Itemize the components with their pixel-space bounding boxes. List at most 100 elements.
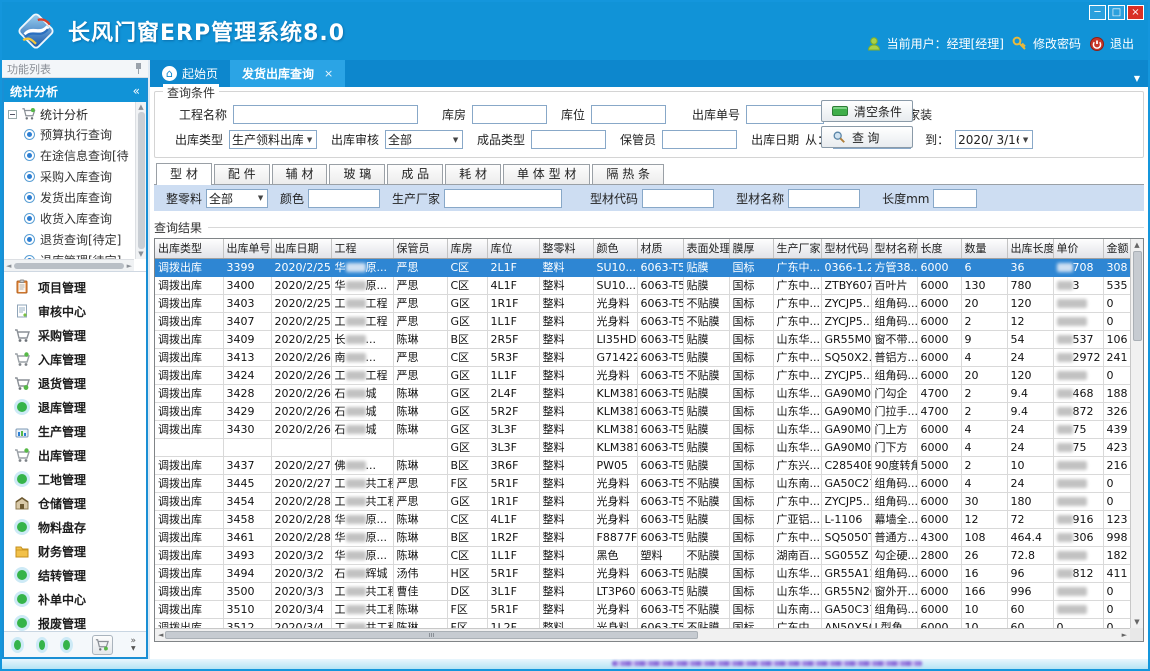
column-header-18[interactable]: 单价 [1053, 239, 1103, 258]
order-no-input[interactable] [746, 105, 824, 124]
whole-part-select[interactable]: 全部 ▼ [206, 189, 268, 208]
tree-item-4[interactable]: 收货入库查询 [8, 208, 134, 229]
material-tab-0[interactable]: 型 材 [156, 163, 212, 185]
out-type-select[interactable]: 生产领料出库 ▼ [229, 130, 317, 149]
material-tab-4[interactable]: 成 品 [387, 164, 443, 184]
sidebar-item-9[interactable]: 仓储管理 [4, 491, 146, 515]
tab-shipping-outbound-query[interactable]: 发货出库查询 × [230, 60, 345, 87]
table-row[interactable]: 调拨出库34302020/2/26石城陈琳G区3L3F整料KLM38176063… [155, 420, 1131, 438]
table-row[interactable]: G区3L3F整料KLM38176063-T5贴膜国标山东华...GA90M09.… [155, 438, 1131, 456]
audit-select[interactable]: 全部 ▼ [385, 130, 463, 149]
sidebar-item-5[interactable]: 退库管理 [4, 395, 146, 419]
date-to-select[interactable]: 2020/ 3/16 ▼ [955, 130, 1033, 149]
table-row[interactable]: 调拨出库34452020/2/27工共工程严思F区5R1F整料光身料6063-T… [155, 474, 1131, 492]
sidebar-item-1[interactable]: 审核中心 [4, 299, 146, 323]
column-header-5[interactable]: 库房 [447, 239, 487, 258]
table-row[interactable]: 调拨出库34072020/2/25工工程严思G区1L1F整料光身料6063-T5… [155, 312, 1131, 330]
table-row[interactable]: 调拨出库34542020/2/28工共工程严思G区1R1F整料光身料6063-T… [155, 492, 1131, 510]
scroll-left-icon[interactable]: ◄ [6, 262, 11, 270]
tree-item-1[interactable]: 在途信息查询[待 [8, 145, 134, 166]
sidebar-more-button[interactable]: » ▼ [131, 637, 137, 653]
material-tab-6[interactable]: 单 体 型 材 [503, 164, 590, 184]
table-horizontal-scrollbar[interactable]: ◄ ► [155, 628, 1130, 641]
sidebar-item-11[interactable]: 财务管理 [4, 539, 146, 563]
tree-item-0[interactable]: 预算执行查询 [8, 124, 134, 145]
table-hscroll-thumb[interactable] [165, 631, 698, 639]
sidebar-item-4[interactable]: 退货管理 [4, 371, 146, 395]
table-row[interactable]: 调拨出库34092020/2/25长...陈琳B区2R5F整料LI35HD606… [155, 330, 1131, 348]
column-header-6[interactable]: 库位 [487, 239, 539, 258]
table-row[interactable]: 调拨出库34032020/2/25工工程严思G区1R1F整料光身料6063-T5… [155, 294, 1131, 312]
table-row[interactable]: 调拨出库35002020/3/3工共工程曹佳D区3L1F整料LT3P606063… [155, 582, 1131, 600]
sidebar-item-7[interactable]: 出库管理 [4, 443, 146, 467]
material-tab-7[interactable]: 隔 热 条 [592, 164, 664, 184]
pin-icon[interactable] [134, 63, 143, 74]
location-input[interactable] [591, 105, 666, 124]
sidebar-item-13[interactable]: 补单中心 [4, 587, 146, 611]
logout[interactable]: 退出 [1089, 35, 1134, 52]
tabstrip-caret-icon[interactable]: ▼ [1134, 74, 1140, 83]
minimize-button[interactable]: ─ [1089, 5, 1106, 20]
table-row[interactable]: 调拨出库34932020/3/2华原...陈琳C区1L1F整料黑色塑料不贴膜国标… [155, 546, 1131, 564]
table-scroll-right-icon[interactable]: ► [1122, 631, 1127, 639]
table-row[interactable]: 调拨出库33992020/2/25华原...严思C区2L1F整料SU10...6… [155, 258, 1131, 276]
group-bar-statistics[interactable]: 统计分析 « [4, 80, 146, 102]
column-header-10[interactable]: 表面处理 [683, 239, 729, 258]
table-scroll-up-icon[interactable]: ▲ [1134, 241, 1139, 249]
expander-icon[interactable] [8, 110, 17, 119]
change-password[interactable]: 修改密码 [1012, 35, 1081, 52]
column-header-12[interactable]: 生产厂家 [773, 239, 821, 258]
table-row[interactable]: 调拨出库34242020/2/26工工程严思G区1L1F整料光身料6063-T5… [155, 366, 1131, 384]
material-tab-2[interactable]: 辅 材 [272, 164, 328, 184]
table-scroll-down-icon[interactable]: ▼ [1134, 618, 1139, 626]
color-input[interactable] [308, 189, 380, 208]
column-header-1[interactable]: 出库单号 [223, 239, 271, 258]
column-header-0[interactable]: 出库类型 [155, 239, 223, 258]
tree-vertical-scrollbar[interactable]: ▲ ▼ [135, 102, 146, 259]
scroll-up-icon[interactable]: ▲ [138, 103, 143, 111]
tree-item-3[interactable]: 发货出库查询 [8, 187, 134, 208]
material-tab-5[interactable]: 耗 材 [445, 164, 501, 184]
column-header-11[interactable]: 膜厚 [729, 239, 773, 258]
tree-root-statistics[interactable]: 统计分析 [8, 104, 134, 124]
table-row[interactable]: 调拨出库34292020/2/26石城陈琳G区5R2F整料KLM38176063… [155, 402, 1131, 420]
sidebar-item-14[interactable]: 报废管理 [4, 611, 146, 631]
material-tab-1[interactable]: 配 件 [214, 164, 270, 184]
column-header-17[interactable]: 出库长度 [1007, 239, 1053, 258]
column-header-19[interactable]: 金额 [1103, 239, 1131, 258]
material-tab-3[interactable]: 玻 璃 [329, 164, 385, 184]
column-header-9[interactable]: 材质 [637, 239, 683, 258]
table-row[interactable]: 调拨出库35102020/3/4工共工程陈琳F区5R1F整料光身料6063-T5… [155, 600, 1131, 618]
project-name-input[interactable] [233, 105, 418, 124]
column-header-2[interactable]: 出库日期 [271, 239, 331, 258]
factory-input[interactable] [444, 189, 562, 208]
product-type-input[interactable] [531, 130, 606, 149]
sidebar-item-0[interactable]: 项目管理 [4, 275, 146, 299]
sidebar-item-3[interactable]: 入库管理 [4, 347, 146, 371]
search-button[interactable]: 查 询 [821, 126, 913, 148]
column-header-16[interactable]: 数量 [961, 239, 1007, 258]
table-row[interactable]: 调拨出库34582020/2/28华原...陈琳C区4L1F整料光身料6063-… [155, 510, 1131, 528]
column-header-13[interactable]: 型材代码 [821, 239, 871, 258]
table-row[interactable]: 调拨出库34002020/2/25华原...严思C区4L1F整料SU10...6… [155, 276, 1131, 294]
sidebar-item-12[interactable]: 结转管理 [4, 563, 146, 587]
tree-horizontal-scrollbar[interactable]: ◄ ► [4, 259, 134, 271]
collapse-icon[interactable]: « [133, 84, 140, 98]
table-row[interactable]: 调拨出库34132020/2/26南...严思C区5R3F整料G71422606… [155, 348, 1131, 366]
tab-home[interactable]: ⌂ 起始页 [150, 60, 230, 87]
table-row[interactable]: 调拨出库34942020/3/2石辉城汤伟H区5R1F整料光身料6063-T5贴… [155, 564, 1131, 582]
sidebar-item-10[interactable]: 物料盘存 [4, 515, 146, 539]
tree-item-5[interactable]: 退货查询[待定] [8, 229, 134, 250]
maximize-button[interactable]: □ [1108, 5, 1125, 20]
sidebar-item-8[interactable]: 工地管理 [4, 467, 146, 491]
table-row[interactable]: 调拨出库34372020/2/27佛...陈琳B区3R6F整料PW056063-… [155, 456, 1131, 474]
quick-dot-1[interactable] [14, 640, 21, 650]
sidebar-item-2[interactable]: 采购管理 [4, 323, 146, 347]
close-button[interactable]: × [1127, 5, 1144, 20]
column-header-14[interactable]: 型材名称 [871, 239, 917, 258]
quick-dot-3[interactable] [63, 640, 70, 650]
scroll-right-icon[interactable]: ► [127, 262, 132, 270]
table-vertical-scrollbar[interactable]: ▲ ▼ [1130, 239, 1143, 628]
column-header-7[interactable]: 整零料 [539, 239, 593, 258]
column-header-3[interactable]: 工程 [331, 239, 393, 258]
